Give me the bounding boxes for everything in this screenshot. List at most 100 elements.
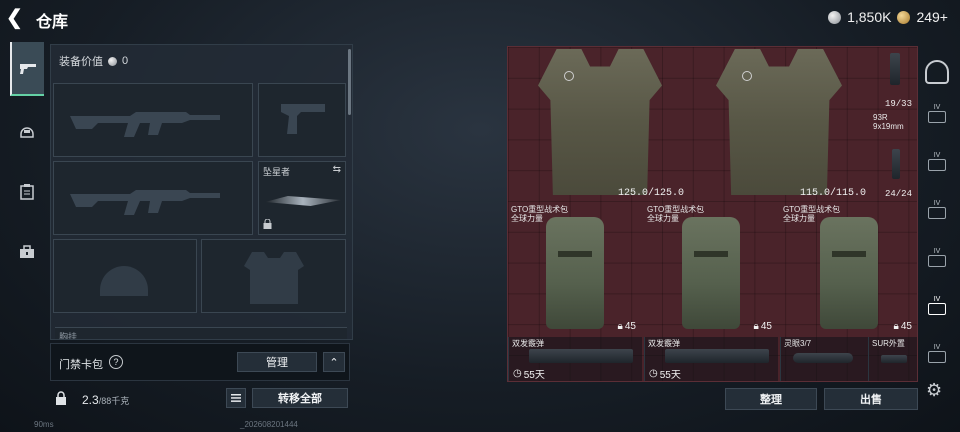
backpack-item[interactable]: GTO重型战术包 全球力量 🔒︎ 45 [780,203,917,335]
clock-icon: ◷ [513,368,522,379]
toolbox-icon[interactable] [10,232,44,272]
scope-item[interactable]: 灵眼3/7 [780,337,868,381]
page-title: 仓库 [36,14,69,31]
manage-button[interactable]: 管理 [237,352,317,372]
ping-indicator: 90ms [34,420,54,429]
durability-text: 115.0/115.0 [799,188,866,199]
currency-display: 1,850K 249+ [828,9,948,25]
vest-badge-icon [564,71,574,81]
ammo-count: 19/33 [884,99,912,109]
back-arrow-icon[interactable]: ❮ [6,6,28,30]
ammo-name: 93R 9x19mm [873,113,904,131]
keycard-bar: 门禁卡包 ? 管理 ⌃ [50,343,350,381]
durability-text: 125.0/125.0 [617,188,684,199]
silver-coin-icon [828,10,842,24]
lock-icon: 🔒︎ [617,321,623,332]
top-bar: ❮ 仓库 1,850K 249+ [0,0,960,36]
lock-icon [55,391,67,408]
ammo-item[interactable]: 19/33 [870,47,916,111]
build-version: _202608201444 [240,420,298,429]
armor-silhouette-icon [244,252,304,304]
backpack-strap [558,251,592,257]
chest-rig-label: 胸挂 [59,332,78,340]
list-view-icon[interactable] [226,388,246,408]
backpack-capacity: 🔒︎ 45 [893,321,912,332]
stash-home-icon[interactable] [925,60,949,84]
sidearm-slot[interactable] [258,83,346,157]
chest-rig-slot[interactable]: 胸挂 [55,327,347,340]
sell-button[interactable]: 出售 [824,388,918,410]
ammo-count: 24/24 [884,189,912,199]
armor-slot[interactable] [201,239,346,313]
melee-name: 坠星者 [263,167,291,177]
magazine-image [892,149,900,179]
shotgun-image [665,349,769,363]
backpack-image [820,217,878,329]
shotgun-image [529,349,633,363]
shotgun-item[interactable]: 双发霰弹 ◷ 55天 [644,337,778,381]
tactical-vest-image [716,49,842,195]
shotgun-name: 双发霰弹 [512,339,544,348]
melee-slot[interactable]: 坠星者 ⇆ [258,161,346,235]
carry-weight-max: /88千克 [98,396,130,406]
expiry-timer: ◷ 55天 [513,368,545,381]
keycard-label: 门禁卡包 [59,359,103,371]
stash-tab-icon[interactable]: IV [925,248,949,270]
sight-name: SUR外置 [872,339,905,348]
backpack-capacity: 🔒︎ 45 [753,321,772,332]
loadout-category-rail [10,42,44,282]
swap-icon[interactable]: ⇆ [333,164,341,175]
armor-item[interactable]: 125.0/125.0 [508,47,688,201]
weight-row: 2.3/88千克 转移全部 [50,386,350,412]
magazine-image [890,53,900,85]
stash-tab-icon-active[interactable]: IV [925,296,949,318]
backpack-item[interactable]: GTO重型战术包 全球力量 🔒︎ 45 [644,203,778,335]
carry-weight: 2.3/88千克 [82,393,129,407]
ammo-item[interactable]: 93R 9x19mm 24/24 [870,111,916,201]
stash-tab-icon[interactable]: IV [925,152,949,174]
rifle-silhouette-icon [70,190,220,215]
helmet-icon[interactable] [10,112,44,152]
collapse-chevron-icon[interactable]: ⌃ [323,352,345,372]
stash-tab-icon[interactable]: IV [925,200,949,222]
clock-icon: ◷ [649,368,658,379]
backpack-capacity: 🔒︎ 45 [617,321,636,332]
sort-button[interactable]: 整理 [725,388,817,410]
clipboard-icon[interactable] [10,172,44,212]
loadout-scrollbar[interactable] [348,49,351,115]
carry-weight-current: 2.3 [82,393,99,407]
loadout-panel: 装备价值 0 坠星者 ⇆ 胸挂 [50,44,353,340]
expiry-timer: ◷ 55天 [649,368,681,381]
tactical-vest-image [538,49,662,195]
lock-icon: 🔒︎ [893,321,899,332]
pistol-icon[interactable] [10,42,44,96]
lock-icon: 🔒︎ [753,321,759,332]
backpack-strap [694,251,728,257]
lock-icon [263,218,272,232]
primary-weapon-slot[interactable] [53,83,253,157]
armor-item[interactable]: 115.0/115.0 [688,47,870,201]
stash-grid: 125.0/125.0 115.0/115.0 19/33 93R 9x19mm… [507,46,918,382]
sight-item[interactable]: SUR外置 [868,337,917,381]
knife-image [265,196,341,206]
silver-coin-icon [108,56,117,66]
stash-tab-icon[interactable]: IV [925,344,949,366]
gold-amount[interactable]: 249+ [916,9,948,25]
backpack-image [546,217,604,329]
shotgun-item[interactable]: 双发霰弹 ◷ 55天 [508,337,642,381]
secondary-weapon-slot[interactable] [53,161,253,235]
vest-badge-icon [742,71,752,81]
help-icon[interactable]: ? [109,355,123,369]
backpack-item[interactable]: GTO重型战术包 全球力量 🔒︎ 45 [508,203,642,335]
transfer-all-button[interactable]: 转移全部 [252,388,348,408]
helmet-silhouette-icon [100,266,148,296]
scope-image [793,353,853,363]
helmet-slot[interactable] [53,239,197,313]
stash-tab-icon[interactable]: IV [925,104,949,126]
shotgun-name: 双发霰弹 [648,339,680,348]
backpack-image [682,217,740,329]
rifle-silhouette-icon [70,112,220,137]
equipment-value-label: 装备价值 [59,56,103,68]
settings-gear-icon[interactable]: ⚙ [926,380,942,401]
silver-amount: 1,850K [847,9,892,25]
